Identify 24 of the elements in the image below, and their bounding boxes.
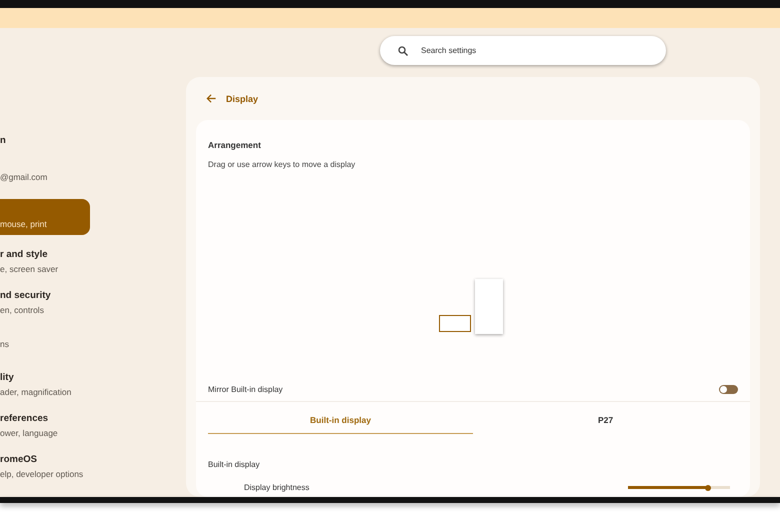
hint-text: Drag or use arrow keys to move a display	[208, 160, 356, 169]
sidebar-item[interactable]: romeOS elp, developer options	[0, 446, 90, 487]
tab[interactable]: P27	[473, 406, 738, 434]
brightness-slider[interactable]	[628, 486, 730, 489]
page-title: Display	[226, 94, 258, 104]
search-icon	[397, 45, 409, 57]
back-arrow-icon[interactable]	[206, 93, 217, 104]
sidebar-item[interactable]: mouse, print	[0, 199, 90, 235]
section-title: Built-in display	[208, 460, 260, 469]
sidebar-item[interactable]: ns	[0, 323, 90, 364]
toggle-switch[interactable]	[719, 384, 738, 394]
sidebar-item[interactable]: references ower, language	[0, 405, 90, 446]
tab[interactable]: Built-in display	[208, 406, 473, 434]
sidebar-item[interactable]: n	[0, 126, 90, 154]
brightness-label: Display brightness	[244, 483, 310, 492]
sidebar-item[interactable]: @gmail.com	[0, 154, 90, 199]
search-field[interactable]: Search settings	[380, 36, 666, 65]
sidebar-item[interactable]: r and style e, screen saver	[0, 241, 90, 282]
sidebar-item[interactable]: nd security en, controls	[0, 282, 90, 323]
section-title: Arrangement	[208, 140, 261, 150]
sidebar-item[interactable]: lity ader, magnification	[0, 364, 90, 405]
slider-thumb[interactable]	[704, 484, 711, 490]
mirror-label: Mirror Built-in display	[208, 384, 283, 394]
display-rectangle[interactable]	[439, 315, 471, 332]
